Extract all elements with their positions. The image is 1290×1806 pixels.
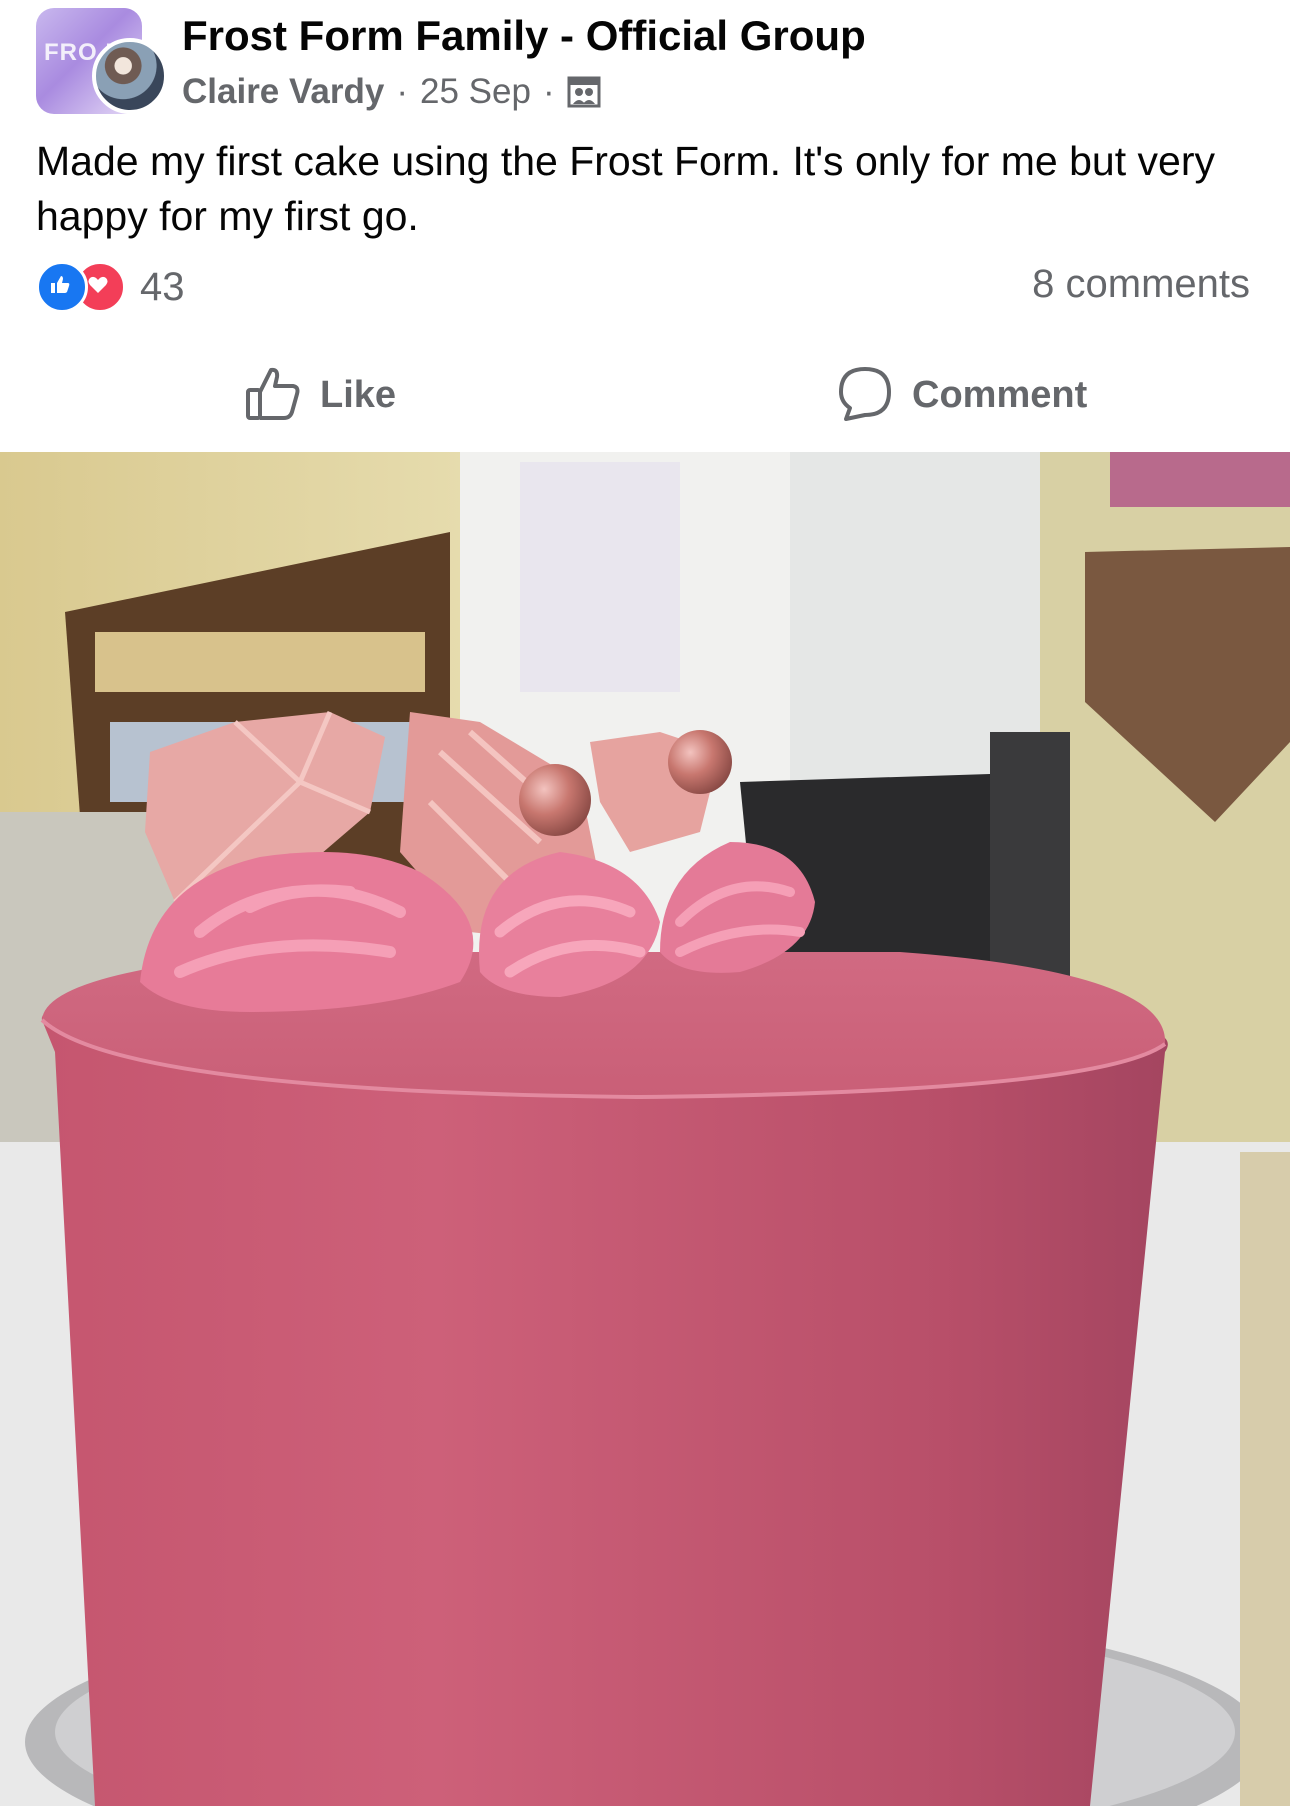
like-label: Like xyxy=(320,373,397,416)
comments-count[interactable]: 8 comments xyxy=(1032,262,1250,307)
post-meta: Claire Vardy · 25 Sep · xyxy=(182,72,601,112)
post-photo[interactable] xyxy=(0,452,1290,1806)
author-avatar[interactable] xyxy=(92,38,168,114)
comment-bubble-icon xyxy=(836,364,894,427)
post-date[interactable]: 25 Sep xyxy=(420,72,531,112)
group-members-icon xyxy=(567,75,601,109)
like-reaction-icon xyxy=(36,261,88,313)
like-button[interactable]: Like xyxy=(244,355,396,435)
meta-separator: · xyxy=(396,72,408,111)
post-text: Made my first cake using the Frost Form.… xyxy=(36,138,1215,239)
thumbs-up-icon xyxy=(244,364,302,427)
comment-button[interactable]: Comment xyxy=(836,355,1087,435)
post-header: FRO FO Frost Form Family - Official Grou… xyxy=(0,0,1290,130)
meta-separator: · xyxy=(542,72,555,111)
reactions-summary[interactable]: 43 xyxy=(36,261,185,313)
author-name[interactable]: Claire Vardy xyxy=(182,72,384,112)
group-name[interactable]: Frost Form Family - Official Group xyxy=(182,12,866,60)
reaction-count: 43 xyxy=(140,264,185,309)
post-actions: Like Comment xyxy=(0,355,1290,435)
comment-label: Comment xyxy=(912,373,1088,416)
